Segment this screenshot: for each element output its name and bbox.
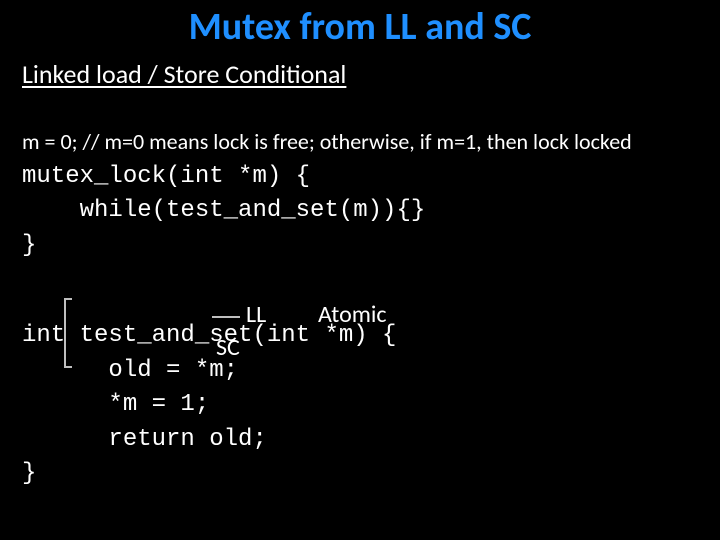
blank-line	[22, 262, 698, 286]
atomic-label: Atomic	[318, 300, 387, 329]
slide: Mutex from LL and SC Linked load / Store…	[0, 0, 720, 540]
sc-label: SC	[216, 333, 240, 362]
slide-title: Mutex from LL and SC	[0, 0, 720, 56]
slide-subtitle: Linked load / Store Conditional	[0, 56, 720, 92]
ll-label: LL	[246, 300, 266, 329]
bracket-icon	[64, 298, 72, 368]
code-line-7: *m = 1;	[22, 391, 209, 418]
code-line-6: old = *m;	[22, 357, 238, 384]
connector-line-ll	[212, 316, 240, 318]
code-line-2: mutex_lock(int *m) {	[22, 163, 310, 190]
code-line-9: }	[22, 460, 36, 487]
code-line-8: return old;	[22, 426, 267, 453]
code-line-1: m = 0; // m=0 means lock is free; otherw…	[22, 128, 632, 155]
code-line-3: while(test_and_set(m)){}	[22, 197, 425, 224]
code-line-4: }	[22, 232, 36, 259]
